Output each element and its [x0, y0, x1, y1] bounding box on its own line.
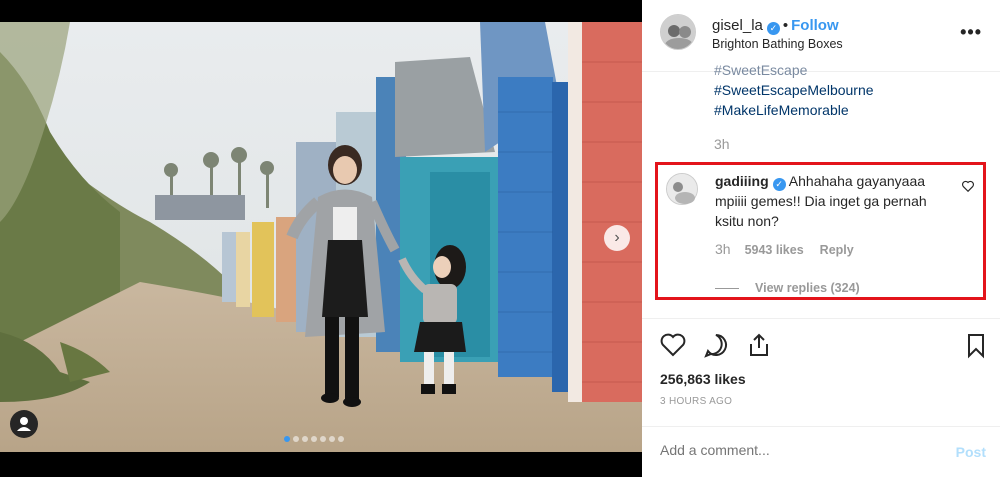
- comment-icon[interactable]: [702, 331, 730, 359]
- avatar-image: [667, 174, 697, 204]
- commenter-avatar[interactable]: [666, 173, 698, 205]
- slide-dot: [338, 436, 344, 442]
- share-icon[interactable]: [745, 331, 773, 359]
- heart-icon[interactable]: [659, 331, 687, 359]
- slide-dot: [320, 436, 326, 442]
- user-icon: [17, 417, 31, 431]
- reply-button[interactable]: Reply: [820, 243, 854, 257]
- author-username[interactable]: gisel_la: [712, 17, 763, 34]
- comment-input[interactable]: [660, 442, 920, 458]
- side-pane: gisel_la ✓ • Follow Brighton Bathing Boxes …: [642, 0, 1000, 477]
- post-photo[interactable]: [0, 22, 642, 452]
- slide-dot: [293, 436, 299, 442]
- next-slide-button[interactable]: ›: [604, 225, 630, 251]
- tagged-users-button[interactable]: [10, 410, 38, 438]
- caption: #SweetEscape #SweetEscapeMelbourne #Make…: [714, 60, 984, 152]
- follow-button[interactable]: Follow: [791, 17, 839, 34]
- slide-dot: [302, 436, 308, 442]
- author-avatar[interactable]: [660, 14, 696, 50]
- slide-dot: [284, 436, 290, 442]
- post-location[interactable]: Brighton Bathing Boxes: [712, 37, 843, 51]
- view-replies-button[interactable]: View replies (324): [715, 281, 860, 295]
- separator: •: [782, 17, 789, 34]
- comment-like-icon[interactable]: [961, 179, 975, 193]
- post-comment-button[interactable]: Post: [956, 444, 986, 460]
- hashtag-link[interactable]: #MakeLifeMemorable: [714, 100, 984, 120]
- comment-composer: Post: [642, 426, 1000, 477]
- verified-icon: ✓: [772, 178, 786, 191]
- photo-pane: ›: [0, 0, 642, 477]
- more-options-icon[interactable]: •••: [960, 22, 982, 43]
- highlighted-comment: gadiiing ✓ Ahhahaha gayanyaaa mpiiii geme…: [655, 162, 986, 300]
- hashtag-link[interactable]: #SweetEscapeMelbourne: [714, 80, 984, 100]
- likes-count[interactable]: 256,863 likes: [660, 371, 746, 387]
- avatar-image: [661, 15, 695, 49]
- view-replies-label: View replies (324): [755, 281, 860, 295]
- author-line: gisel_la ✓ • Follow: [712, 17, 839, 35]
- photo-illustration: [0, 22, 642, 452]
- comment-age[interactable]: 3h: [715, 241, 731, 257]
- slide-dot: [311, 436, 317, 442]
- post-timestamp[interactable]: 3 HOURS AGO: [660, 396, 732, 407]
- hashtag-link[interactable]: #SweetEscape: [714, 60, 984, 80]
- slide-indicator: [284, 429, 347, 447]
- replies-divider: [715, 288, 739, 290]
- caption-age[interactable]: 3h: [714, 136, 984, 152]
- action-bar: [642, 318, 1000, 373]
- comment-meta: 3h 5943 likes Reply: [715, 241, 854, 257]
- verified-icon: ✓: [766, 22, 780, 35]
- bookmark-icon[interactable]: [962, 331, 990, 359]
- comment-text-block: gadiiing ✓ Ahhahaha gayanyaaa mpiiii geme…: [715, 171, 945, 231]
- commenter-username[interactable]: gadiiing: [715, 173, 769, 189]
- slide-dot: [329, 436, 335, 442]
- comment-likes[interactable]: 5943 likes: [745, 243, 804, 257]
